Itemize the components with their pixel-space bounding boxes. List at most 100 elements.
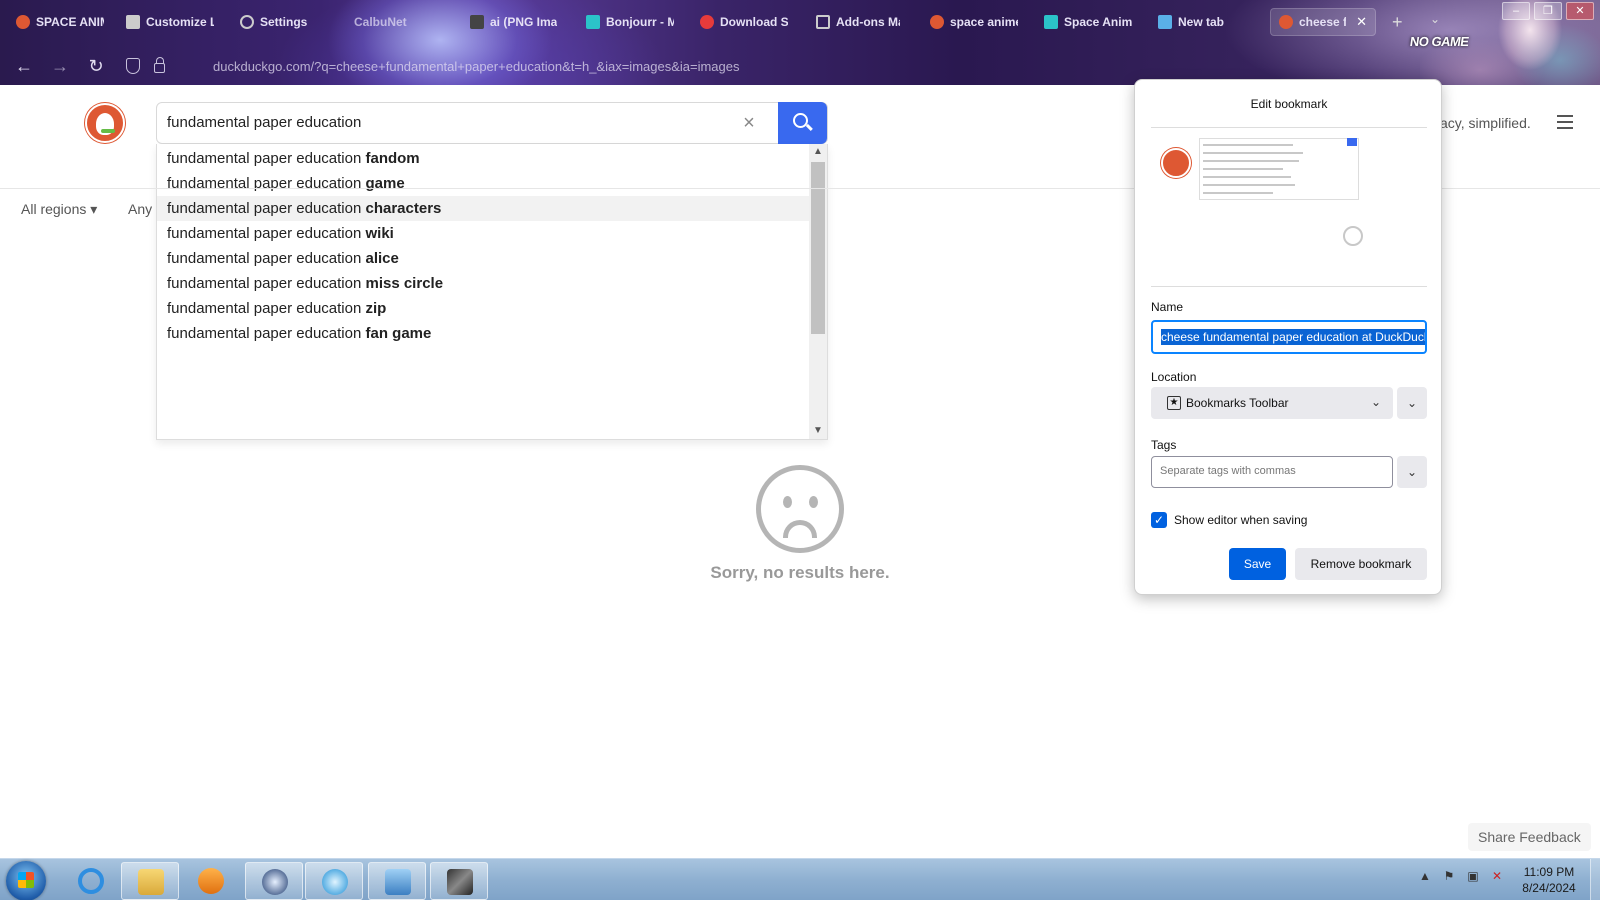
time-filter[interactable]: Any — [128, 201, 152, 217]
tab-label: cheese fun — [1299, 15, 1346, 29]
ddg-icon — [1279, 15, 1293, 29]
tab-download[interactable]: Download Sc — [692, 8, 796, 36]
bookmark-location-select[interactable]: ★ Bookmarks Toolbar ⌄ — [1151, 387, 1393, 419]
tab-space-anime[interactable]: space anime — [922, 8, 1026, 36]
suggestion-base: fundamental paper education — [167, 300, 366, 317]
edit-bookmark-panel: Edit bookmark Name cheese fundamental pa… — [1134, 79, 1442, 595]
show-editor-checkbox[interactable]: ✓ — [1151, 512, 1167, 528]
show-editor-label: Show editor when saving — [1174, 513, 1308, 527]
suggestion-base: fundamental paper education — [167, 150, 366, 167]
tab-settings[interactable]: Settings — [232, 8, 332, 36]
url-bar[interactable]: duckduckgo.com/?q=cheese+fundamental+pap… — [122, 51, 1412, 81]
new-tab-button[interactable]: + — [1392, 12, 1403, 33]
clear-search-icon[interactable]: × — [737, 111, 761, 135]
bonjourr-icon — [586, 15, 600, 29]
start-button[interactable] — [6, 861, 46, 900]
browser-globe-icon[interactable] — [245, 862, 303, 900]
scroll-up-arrow-icon[interactable]: ▲ — [813, 147, 823, 157]
tagline-text: acy, simplified. — [1440, 115, 1531, 131]
minimize-button[interactable]: – — [1502, 2, 1530, 20]
back-button[interactable]: ← — [12, 54, 36, 78]
restore-button[interactable]: ❐ — [1534, 2, 1562, 20]
tab-label: Customize L — [146, 15, 214, 29]
control-panel-icon[interactable] — [368, 862, 426, 900]
suggestion-item[interactable]: fundamental paper education zip — [157, 296, 809, 321]
location-label: Location — [1151, 370, 1197, 384]
windows-taskbar: ▲ ⚑ ▣ ✕ 11:09 PM 8/24/2024 — [0, 858, 1600, 900]
tracking-shield-icon[interactable] — [126, 58, 140, 74]
internet-explorer-icon[interactable] — [62, 862, 120, 900]
download-icon — [700, 15, 714, 29]
preview-search-button — [1347, 138, 1357, 146]
search-icon-handle — [806, 123, 813, 131]
suggestion-completion: zip — [365, 300, 387, 317]
browser-chrome: SPACE ANIM Customize L Settings CalbuNet… — [0, 0, 1600, 85]
forward-button[interactable]: → — [48, 54, 72, 78]
clock-time: 11:09 PM — [1523, 865, 1575, 879]
newtab-icon — [1158, 15, 1172, 29]
duckduckgo-logo-icon[interactable] — [85, 103, 125, 143]
tab-bonjourr[interactable]: Bonjourr - M — [578, 8, 682, 36]
show-hidden-icons-icon[interactable]: ▲ — [1418, 869, 1432, 883]
bookmarks-toolbar-icon: ★ — [1167, 396, 1181, 410]
action-center-flag-icon[interactable]: ⚑ — [1442, 869, 1456, 883]
close-tab-icon[interactable]: ✕ — [1356, 14, 1367, 30]
game-thumbnail-icon[interactable] — [430, 862, 488, 900]
brush-icon — [126, 15, 140, 29]
panel-glyph — [385, 869, 411, 895]
tags-expander[interactable]: ⌄ — [1397, 456, 1427, 488]
search-input[interactable]: fundamental paper education × — [156, 102, 828, 144]
tab-addons[interactable]: Add-ons Ma — [808, 8, 908, 36]
bookmark-name-field[interactable]: cheese fundamental paper education at Du… — [1151, 320, 1427, 354]
network-icon[interactable]: ▣ — [1466, 869, 1480, 883]
suggestion-item[interactable]: fundamental paper education fandom — [157, 146, 809, 171]
show-desktop-button[interactable] — [1590, 859, 1600, 900]
scroll-down-arrow-icon[interactable]: ▼ — [813, 426, 823, 436]
remove-bookmark-button[interactable]: Remove bookmark — [1295, 548, 1427, 580]
tab-space-anima[interactable]: Space Anima — [1036, 8, 1140, 36]
region-filter[interactable]: All regions ▾ — [21, 201, 97, 218]
suggestion-completion: miss circle — [365, 275, 444, 292]
folder-tree-expander[interactable]: ⌄ — [1397, 387, 1427, 419]
close-window-button[interactable]: ✕ — [1566, 2, 1594, 20]
preview-line — [1203, 192, 1273, 194]
tab-label: CalbuNet — [354, 15, 407, 29]
suggestion-item[interactable]: fundamental paper education fan game — [157, 321, 809, 346]
system-tray: ▲ ⚑ ▣ ✕ — [1418, 869, 1504, 883]
divider — [1151, 286, 1427, 287]
game-glyph — [447, 869, 473, 895]
tags-input[interactable]: Separate tags with commas — [1151, 456, 1393, 488]
tab-customize[interactable]: Customize L — [118, 8, 222, 36]
volume-muted-icon[interactable]: ✕ — [1490, 869, 1504, 883]
sad-face-eye — [809, 496, 818, 508]
clock-date: 8/24/2024 — [1522, 881, 1576, 895]
search-button[interactable] — [778, 102, 827, 144]
no-results-message: Sorry, no results here. — [710, 563, 890, 582]
preview-line — [1203, 144, 1293, 146]
tab-new-tab[interactable]: New tab — [1150, 8, 1250, 36]
name-label: Name — [1151, 300, 1184, 314]
tab-ai-png[interactable]: ai (PNG Ima — [462, 8, 566, 36]
taskbar-clock[interactable]: 11:09 PM 8/24/2024 — [1504, 864, 1594, 896]
list-all-tabs-button[interactable]: ⌄ — [1430, 12, 1440, 26]
tab-label: SPACE ANIM — [36, 15, 104, 29]
suggestion-base: fundamental paper education — [167, 325, 366, 342]
app-circle-icon[interactable] — [305, 862, 363, 900]
save-button[interactable]: Save — [1229, 548, 1286, 580]
reload-button[interactable]: ↻ — [84, 54, 108, 78]
file-explorer-icon[interactable] — [121, 862, 179, 900]
tab-cheese-active[interactable]: cheese fun ✕ — [1270, 8, 1376, 36]
preview-line — [1203, 168, 1283, 170]
hamburger-menu-icon[interactable] — [1557, 115, 1573, 129]
gear-icon — [240, 15, 254, 29]
suggestion-item[interactable]: fundamental paper education alice — [157, 246, 809, 271]
share-feedback-button[interactable]: Share Feedback — [1468, 823, 1591, 851]
circle-glyph — [322, 869, 348, 895]
suggestion-item[interactable]: fundamental paper education miss circle — [157, 271, 809, 296]
media-player-icon[interactable] — [182, 862, 240, 900]
tab-calbunet[interactable]: CalbuNet — [346, 8, 446, 36]
tab-space-anim[interactable]: SPACE ANIM — [8, 8, 112, 36]
search-query-text: fundamental paper education — [167, 114, 362, 131]
globe-glyph — [262, 869, 288, 895]
lock-icon[interactable] — [154, 57, 165, 73]
